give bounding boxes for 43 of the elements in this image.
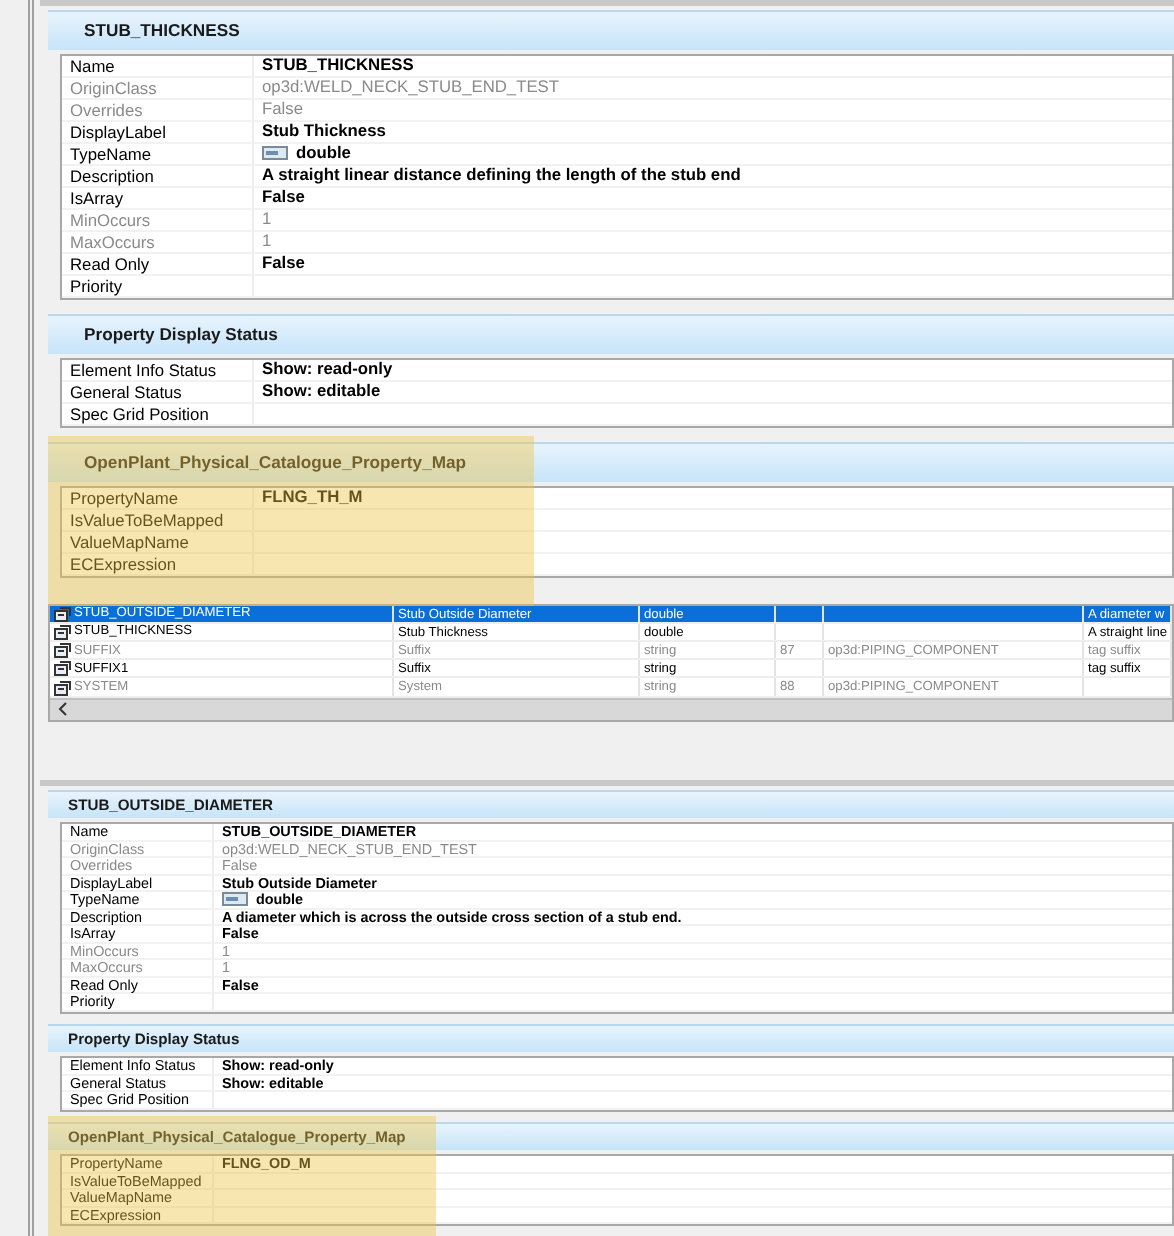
property-icon bbox=[54, 679, 72, 696]
horizontal-scrollbar[interactable] bbox=[50, 697, 1172, 720]
property-value: 1 bbox=[262, 230, 272, 253]
property-value: False bbox=[262, 252, 305, 275]
property-label: DisplayLabel bbox=[62, 121, 254, 142]
property-value: 1 bbox=[262, 208, 272, 231]
type-icon bbox=[262, 146, 288, 161]
property-label: IsArray bbox=[62, 187, 254, 208]
property-label: TypeName bbox=[62, 143, 254, 164]
property-value: False bbox=[262, 98, 303, 121]
property-icon bbox=[54, 623, 72, 640]
property-label: Overrides bbox=[62, 99, 254, 120]
property-label: Name bbox=[62, 55, 254, 76]
property-label: IsValueToBeMapped bbox=[62, 509, 254, 530]
property-label: Spec Grid Position bbox=[62, 403, 254, 424]
property-value: Show: read-only bbox=[262, 358, 393, 381]
property-label: MinOccurs bbox=[62, 209, 254, 230]
type-icon bbox=[222, 892, 248, 907]
property-value: Show: editable bbox=[262, 380, 381, 403]
scroll-left-icon[interactable] bbox=[58, 702, 68, 717]
property-label: General Status bbox=[62, 381, 254, 402]
property-value: STUB_THICKNESS bbox=[262, 54, 414, 77]
property-value: Stub Thickness bbox=[262, 120, 386, 143]
property-icon bbox=[54, 605, 72, 622]
property-label: ECExpression bbox=[62, 553, 254, 574]
property-label: Priority bbox=[62, 275, 254, 296]
section-header[interactable]: OpenPlant_Physical_Catalogue_Property_Map bbox=[48, 441, 1174, 482]
property-icon bbox=[54, 660, 72, 677]
property-icon bbox=[54, 642, 72, 659]
property-value: op3d:WELD_NECK_STUB_END_TEST bbox=[262, 76, 559, 99]
property-value: FLNG_TH_M bbox=[262, 486, 363, 509]
property-value: double bbox=[296, 142, 351, 165]
property-label: OriginClass bbox=[62, 77, 254, 98]
property-value: A straight linear distance defining the length of the stub end bbox=[262, 164, 741, 187]
property-label: MaxOccurs bbox=[62, 231, 254, 252]
property-label: ValueMapName bbox=[62, 531, 254, 552]
property-label: PropertyName bbox=[62, 487, 254, 508]
section-header[interactable]: STUB_THICKNESS bbox=[48, 10, 1174, 50]
property-label: Description bbox=[62, 165, 254, 186]
property-label: Element Info Status bbox=[62, 359, 254, 380]
property-value: False bbox=[262, 186, 305, 209]
property-label: Read Only bbox=[62, 253, 254, 274]
section-header[interactable]: Property Display Status bbox=[48, 313, 1174, 354]
